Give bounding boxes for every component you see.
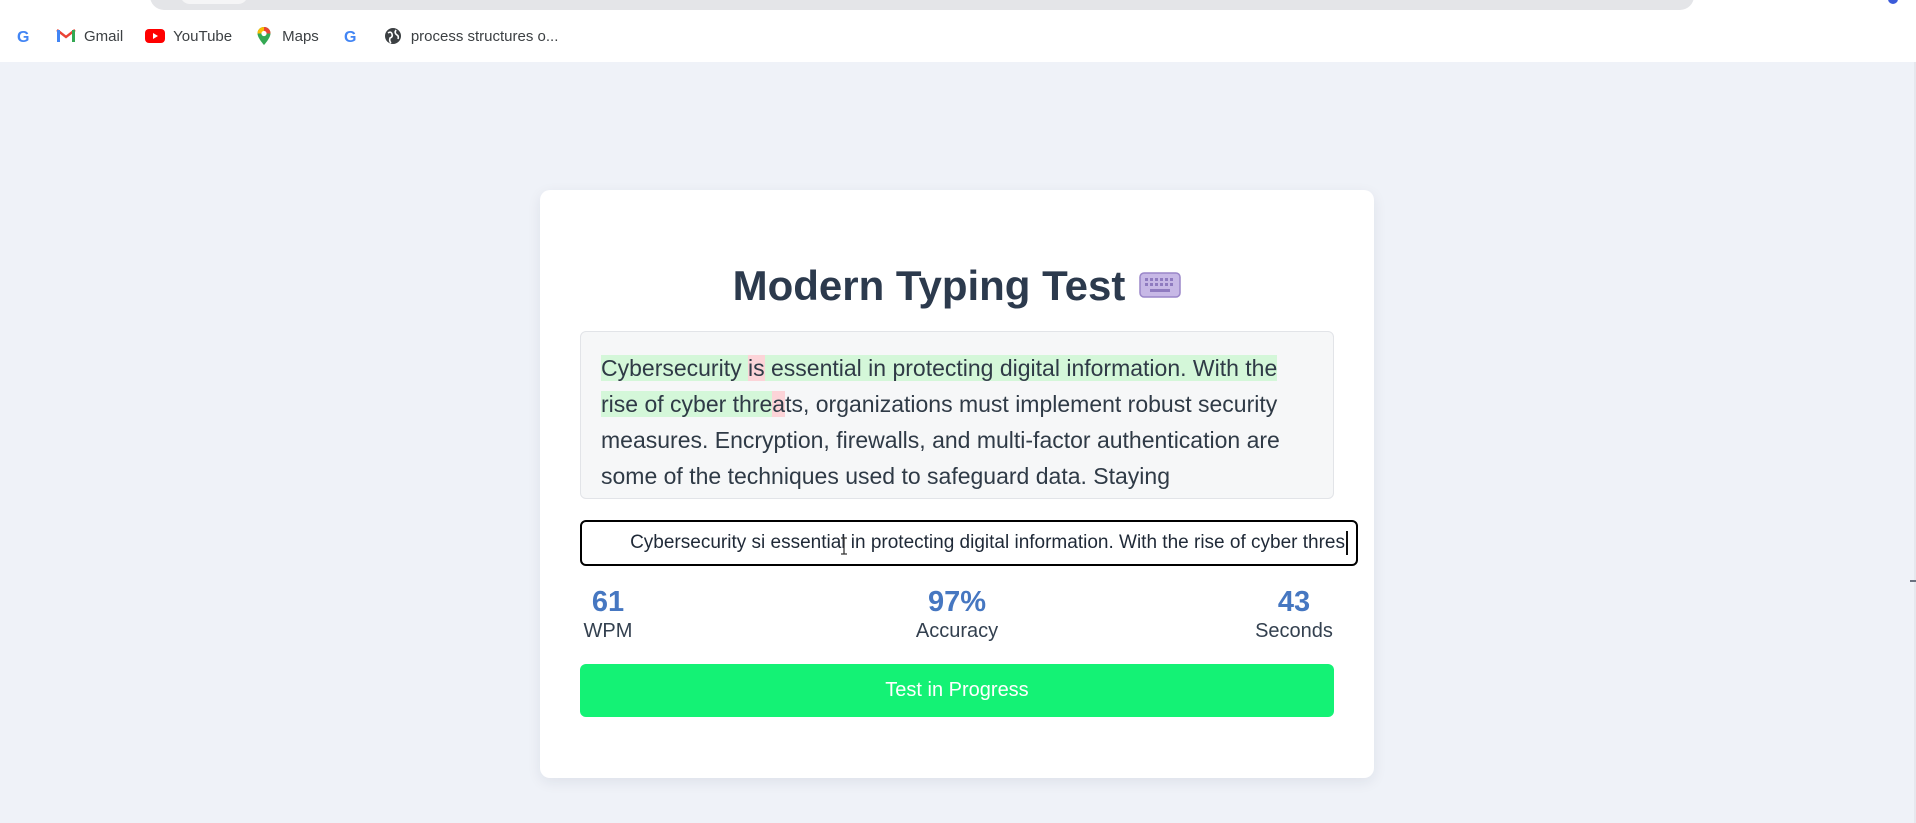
google-icon: G — [341, 26, 361, 46]
bookmark-label: YouTube — [173, 27, 233, 45]
accuracy-value: 97% — [927, 586, 987, 618]
svg-text:G: G — [17, 29, 29, 45]
maps-icon — [254, 26, 274, 46]
bookmark-label: process structures o... — [410, 27, 559, 45]
scrollbar-marker — [1910, 580, 1916, 582]
bookmarks-bar: G Gmail YouTube Maps G process structure… — [0, 10, 1916, 62]
address-bar-chip[interactable] — [180, 0, 248, 4]
stat-accuracy: 97% Accuracy — [897, 585, 1017, 643]
typing-input[interactable]: Cybersecurity si essential in protecting… — [580, 520, 1358, 566]
globe-icon — [383, 26, 403, 46]
bookmark-gmail[interactable]: Gmail — [56, 21, 123, 51]
wpm-value: 61 — [591, 586, 625, 618]
passage-text: Cybersecurity is essential in protecting… — [580, 331, 1334, 499]
browser-top-strip — [0, 0, 1916, 10]
seconds-label: Seconds — [1255, 620, 1333, 642]
page-title: Modern Typing Test — [540, 262, 1374, 313]
profile-icon[interactable] — [1888, 0, 1898, 4]
typing-input-value: Cybersecurity si essential in protecting… — [630, 532, 1345, 553]
passage-segment-correct: Cybersecurity — [601, 355, 748, 381]
stat-seconds: 43 Seconds — [1254, 585, 1334, 643]
ibeam-cursor-icon — [841, 537, 847, 555]
wpm-label: WPM — [583, 620, 633, 642]
bookmark-maps[interactable]: Maps — [254, 21, 319, 51]
passage-segment-incorrect: a — [772, 391, 786, 417]
seconds-value: 43 — [1277, 586, 1311, 618]
keyboard-icon — [1139, 262, 1182, 310]
accuracy-label: Accuracy — [915, 620, 999, 642]
gmail-icon — [56, 26, 76, 46]
page-title-text: Modern Typing Test — [732, 262, 1126, 309]
typing-test-card: Modern Typing Test Cybersecurity is esse… — [540, 190, 1374, 778]
youtube-icon — [145, 26, 166, 46]
text-caret — [1346, 531, 1348, 555]
address-bar[interactable] — [150, 0, 1694, 10]
stat-wpm: 61 WPM — [580, 585, 636, 643]
bookmark-label: Maps — [282, 27, 319, 45]
test-status-button[interactable]: Test in Progress — [580, 664, 1334, 717]
bookmark-google-2[interactable]: G — [341, 21, 361, 51]
bookmark-process-structures[interactable]: process structures o... — [383, 21, 559, 51]
passage-segment-incorrect: is — [747, 355, 765, 381]
bookmark-label: Gmail — [84, 27, 124, 45]
bookmark-youtube[interactable]: YouTube — [145, 21, 232, 51]
bookmark-google-1[interactable]: G — [14, 21, 34, 51]
google-icon: G — [14, 26, 34, 46]
svg-text:G: G — [344, 29, 356, 45]
